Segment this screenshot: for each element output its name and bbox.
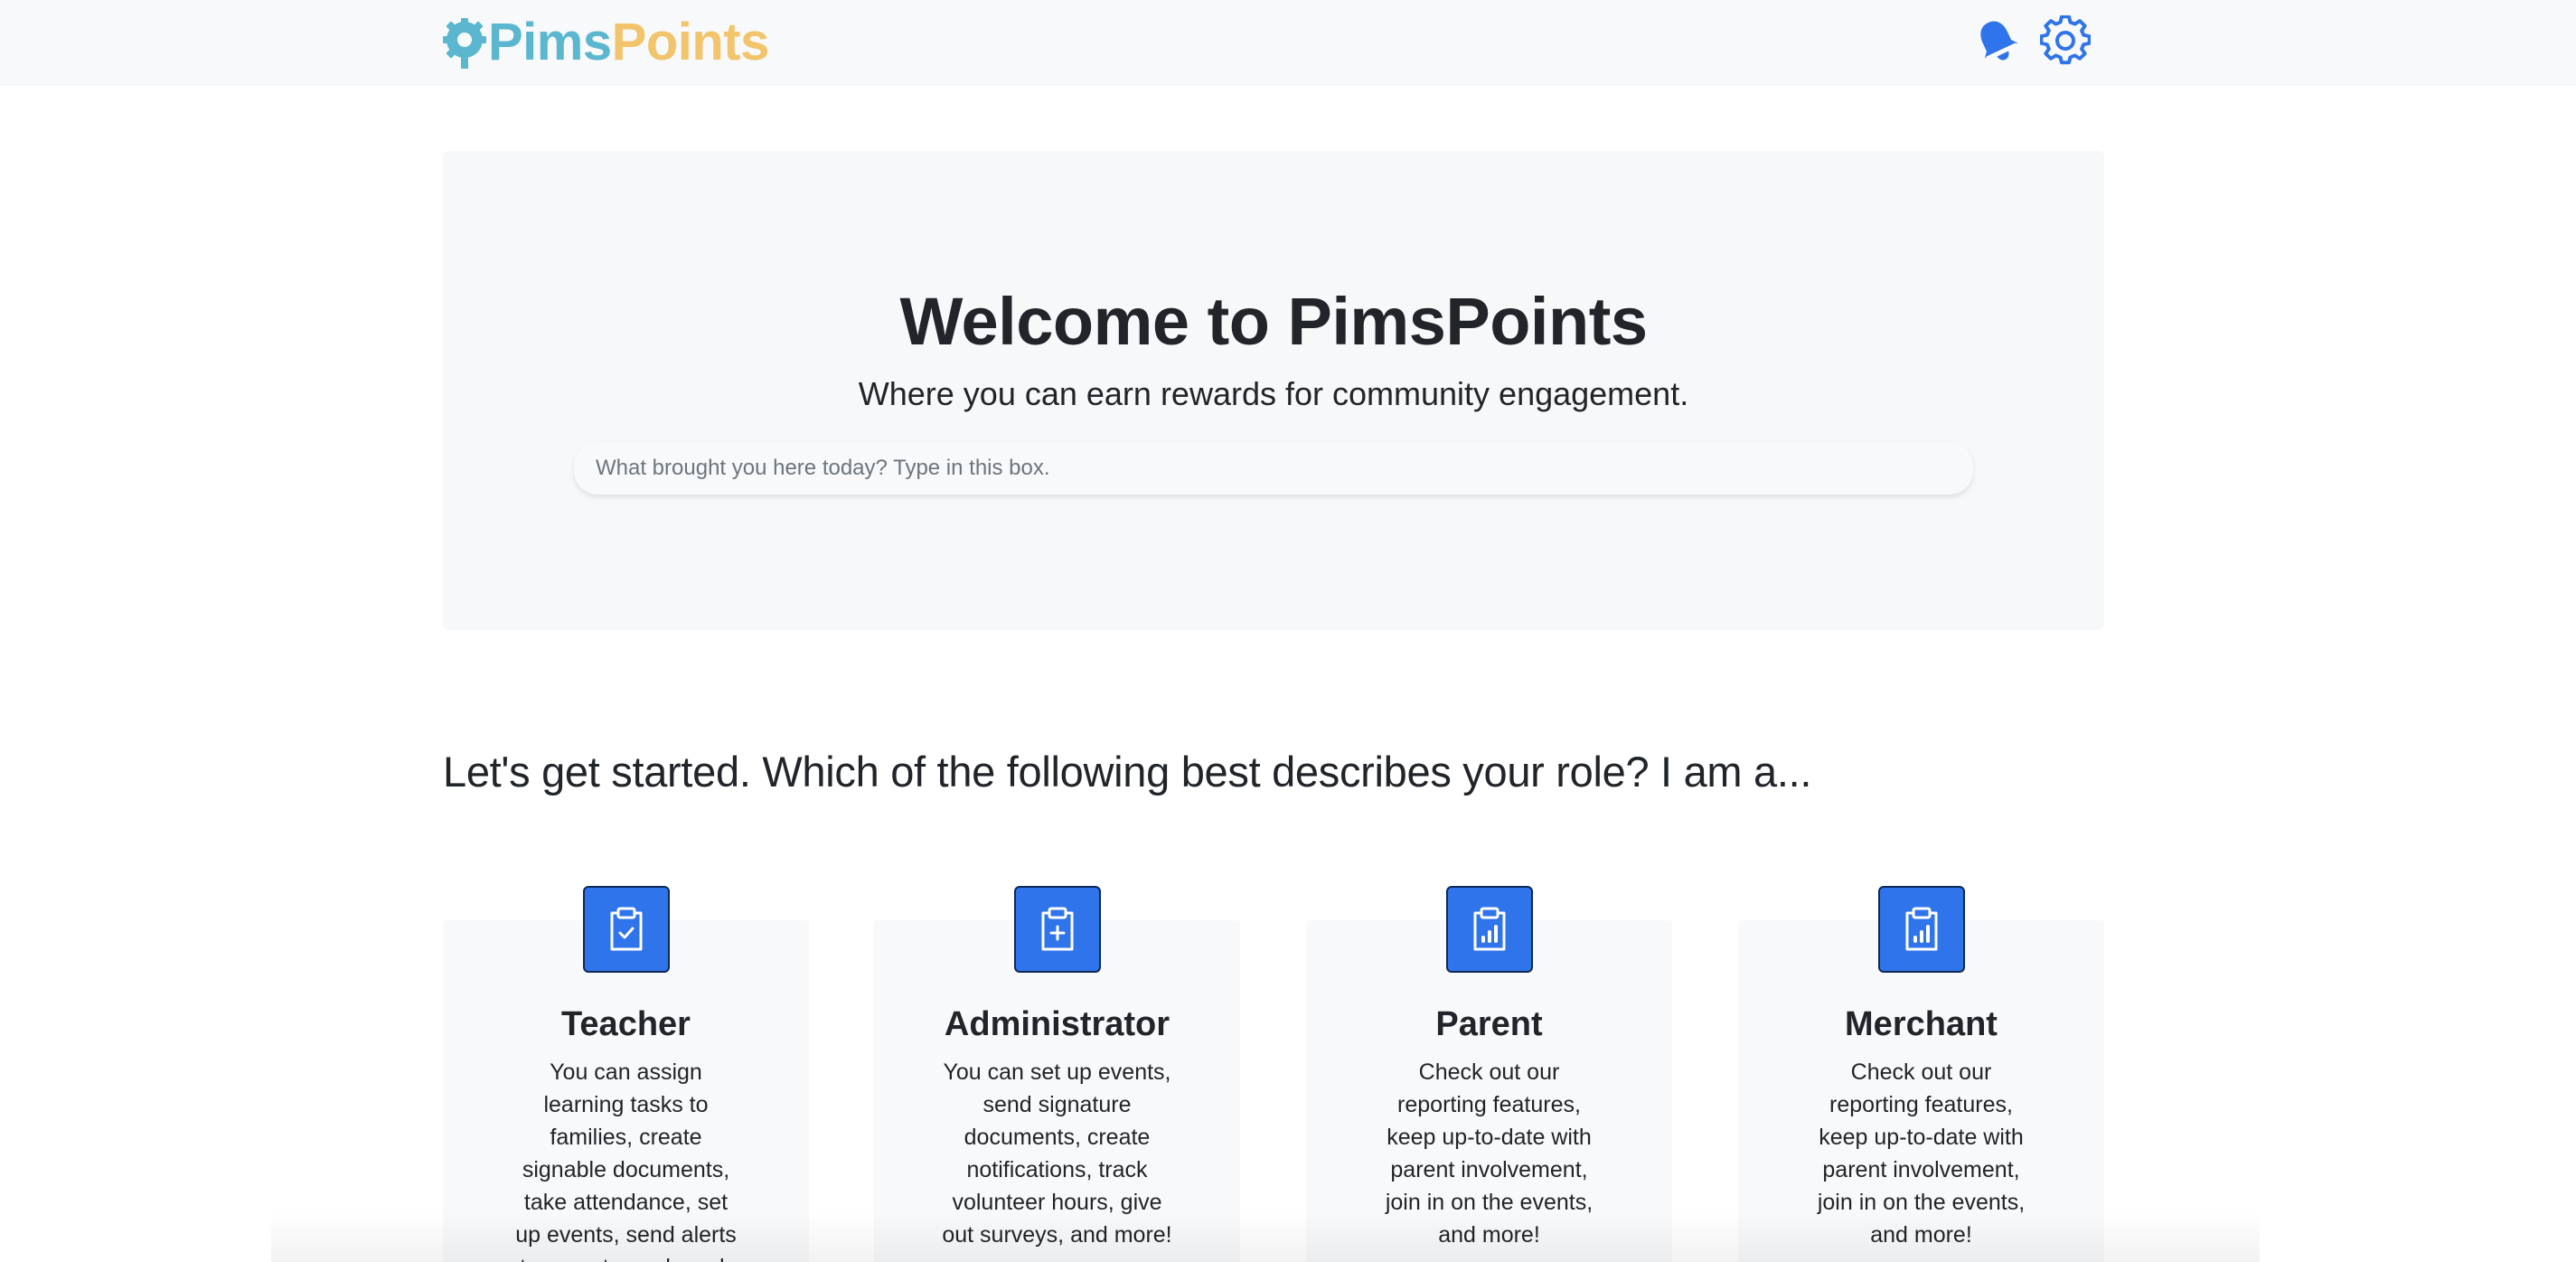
role-card-teacher[interactable]: Teacher You can assign learning tasks to… bbox=[443, 886, 809, 1262]
welcome-hero: Welcome to PimsPoints Where you can earn… bbox=[443, 151, 2104, 630]
role-card-administrator[interactable]: Administrator You can set up events, sen… bbox=[874, 886, 1240, 1262]
role-description: You can set up events, send signature do… bbox=[942, 1060, 1172, 1248]
role-cards: Teacher You can assign learning tasks to… bbox=[443, 886, 2104, 1262]
role-card-parent[interactable]: Parent Check out our reporting features,… bbox=[1306, 886, 1672, 1262]
page-title: Welcome to PimsPoints bbox=[899, 284, 1649, 359]
clipboard-data-icon bbox=[1877, 886, 1965, 973]
clipboard-check-icon bbox=[582, 886, 670, 973]
role-title: Teacher bbox=[561, 1005, 691, 1043]
page: Pims Points Welcome to PimsPoints Where … bbox=[0, 0, 2576, 1262]
hero-subtitle: Where you can earn rewards for community… bbox=[858, 375, 1689, 412]
role-title: Administrator bbox=[944, 1005, 1170, 1043]
settings-button[interactable] bbox=[2039, 14, 2092, 67]
bell-icon bbox=[1980, 21, 2018, 61]
role-card-merchant[interactable]: Merchant Check out our reporting feature… bbox=[1738, 886, 2104, 1262]
clipboard-plus-icon bbox=[1013, 886, 1101, 973]
role-title: Parent bbox=[1435, 1005, 1543, 1043]
role-description: You can assign learning tasks to familie… bbox=[515, 1060, 737, 1262]
gear-icon bbox=[2040, 15, 2091, 65]
top-navbar: Pims Points bbox=[0, 0, 2576, 85]
notifications-button[interactable] bbox=[1970, 14, 2023, 67]
clipboard-data-icon bbox=[1445, 886, 1533, 973]
role-description: Check out our reporting features, keep u… bbox=[1385, 1060, 1594, 1248]
logo-text-pims: Pims bbox=[488, 13, 612, 71]
navbar-icons bbox=[1970, 14, 2092, 67]
logo-gear-icon bbox=[443, 18, 486, 69]
role-description: Check out our reporting features, keep u… bbox=[1817, 1060, 2026, 1248]
purpose-search-input[interactable] bbox=[574, 442, 1973, 494]
role-title: Merchant bbox=[1845, 1005, 1998, 1043]
pimspoints-logo[interactable]: Pims Points bbox=[443, 13, 769, 72]
logo-text-points: Points bbox=[611, 13, 770, 71]
role-question-heading: Let's get started. Which of the followin… bbox=[443, 748, 1812, 796]
